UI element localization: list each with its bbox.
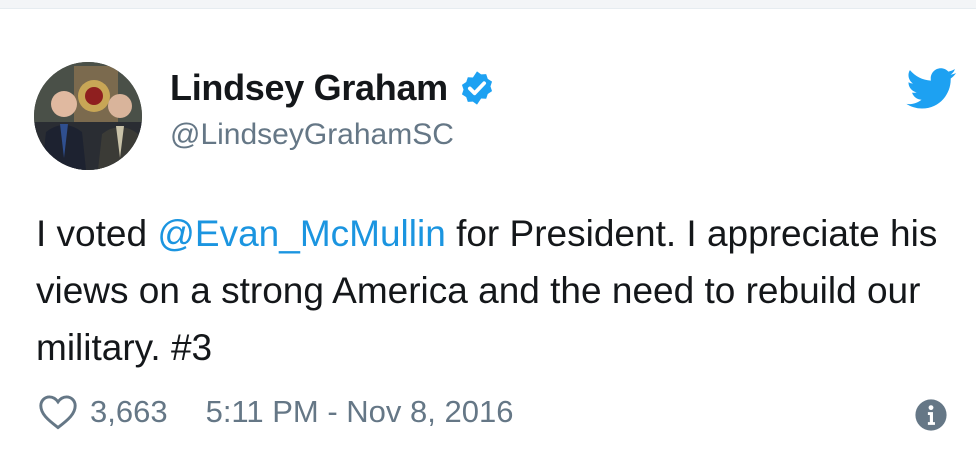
tweet-text-pre: I voted [36, 213, 158, 254]
verified-badge-icon [461, 71, 492, 105]
mention-link[interactable]: @Evan_McMullin [157, 213, 445, 254]
top-divider [0, 0, 976, 9]
tweet-text: I voted @Evan_McMullin for President. I … [36, 205, 966, 376]
info-icon[interactable] [914, 398, 948, 432]
author-name[interactable]: Lindsey Graham [170, 67, 448, 109]
author-name-row: Lindsey Graham [170, 66, 496, 110]
like-count: 3,663 [90, 394, 168, 429]
author-handle[interactable]: @LindseyGrahamSC [170, 118, 454, 152]
heart-icon[interactable] [38, 394, 78, 430]
timestamp[interactable]: 5:11 PM - Nov 8, 2016 [206, 394, 514, 430]
twitter-bird-icon[interactable] [906, 68, 958, 110]
avatar-photo [34, 62, 142, 170]
tweet-footer: 3,663 5:11 PM - Nov 8, 2016 [38, 388, 958, 436]
avatar[interactable] [34, 62, 142, 170]
